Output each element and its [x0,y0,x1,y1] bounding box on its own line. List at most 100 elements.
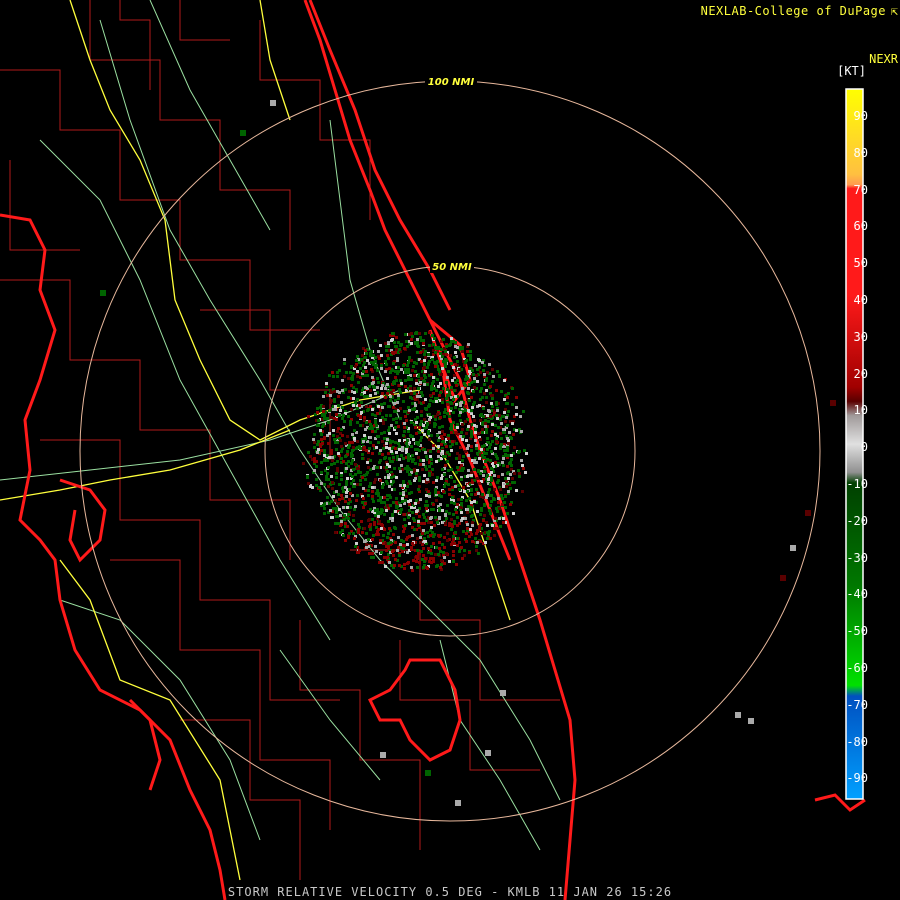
echo-pixel [416,549,419,552]
echo-pixel [411,408,414,411]
echo-pixel [323,454,326,457]
echo-pixel [344,455,347,458]
echo-pixel [389,504,392,507]
echo-pixel [482,407,485,410]
arrow-box-icon[interactable]: ⇱ [891,4,898,18]
echo-pixel [348,441,351,444]
echo-pixel [454,341,457,344]
legend-tick-label: 0 [860,440,868,455]
echo-pixel [377,533,380,536]
echo-pixel [410,342,413,345]
echo-pixel [506,396,509,399]
echo-pixel [496,481,499,484]
echo-pixel [517,469,520,472]
echo-pixel [472,390,475,393]
echo-pixel [402,547,405,550]
echo-pixel [419,381,422,384]
echo-pixel [424,370,427,373]
echo-pixel [315,484,318,487]
echo-pixel [422,529,425,532]
echo-pixel [400,508,403,511]
echo-pixel [437,439,440,442]
echo-pixel [445,510,448,513]
echo-pixel [360,393,363,396]
echo-pixel [352,372,355,375]
echo-pixel [390,450,393,453]
echo-pixel [387,476,390,479]
echo-pixel [370,556,373,559]
echo-pixel [458,457,461,460]
echo-pixel [432,376,435,379]
echo-pixel [499,418,502,421]
echo-pixel [483,514,486,517]
echo-pixel [452,538,455,541]
echo-pixel [495,403,498,406]
echo-pixel [331,481,334,484]
echo-pixel [446,376,449,379]
echo-pixel [355,388,358,391]
echo-pixel [363,391,366,394]
echo-pixel [446,412,449,415]
echo-pixel [500,690,506,696]
echo-pixel [423,448,426,451]
echo-pixel [433,337,436,340]
echo-pixel [388,432,391,435]
echo-pixel [430,458,433,461]
echo-pixel [367,519,370,522]
echo-pixel [380,432,383,435]
echo-pixel [361,457,364,460]
echo-pixel [518,472,521,475]
echo-pixel [396,549,399,552]
echo-pixel [270,100,276,106]
echo-pixel [422,401,425,404]
echo-pixel [455,384,458,387]
echo-pixel [461,438,464,441]
echo-pixel [407,561,410,564]
echo-pixel [407,455,410,458]
echo-pixel [430,521,433,524]
echo-pixel [438,426,441,429]
echo-pixel [398,388,401,391]
echo-pixel [503,398,506,401]
echo-pixel [416,416,419,419]
echo-pixel [336,467,339,470]
echo-pixel [334,531,337,534]
echo-pixel [377,405,380,408]
echo-pixel [357,414,360,417]
echo-pixel [392,480,395,483]
echo-pixel [416,469,419,472]
echo-pixel [391,513,394,516]
echo-pixel [330,463,333,466]
echo-pixel [408,356,411,359]
echo-pixel [470,474,473,477]
echo-pixel [451,486,454,489]
echo-pixel [435,400,438,403]
echo-pixel [410,378,413,381]
echo-pixel [399,492,402,495]
echo-pixel [323,503,326,506]
echo-pixel [468,497,471,500]
echo-pixel [466,508,469,511]
radar-map[interactable]: 100 NMI 50 NMI [0,0,900,900]
echo-pixel [416,351,419,354]
echo-pixel [478,482,481,485]
echo-pixel [423,537,426,540]
legend-tick-label: -80 [846,734,868,749]
echo-pixel [513,446,516,449]
echo-pixel [468,399,471,402]
echo-pixel [486,537,489,540]
echo-pixel [415,452,418,455]
echo-pixel [511,387,514,390]
echo-pixel [423,383,426,386]
echo-pixel [483,470,486,473]
echo-pixel [343,362,346,365]
echo-pixel [344,470,347,473]
echo-pixel [490,471,493,474]
echo-pixel [372,400,375,403]
echo-pixel [431,531,434,534]
echo-pixel [467,343,470,346]
echo-pixel [380,527,383,530]
echo-pixel [454,345,457,348]
echo-pixel [452,550,455,553]
echo-pixel [459,435,462,438]
